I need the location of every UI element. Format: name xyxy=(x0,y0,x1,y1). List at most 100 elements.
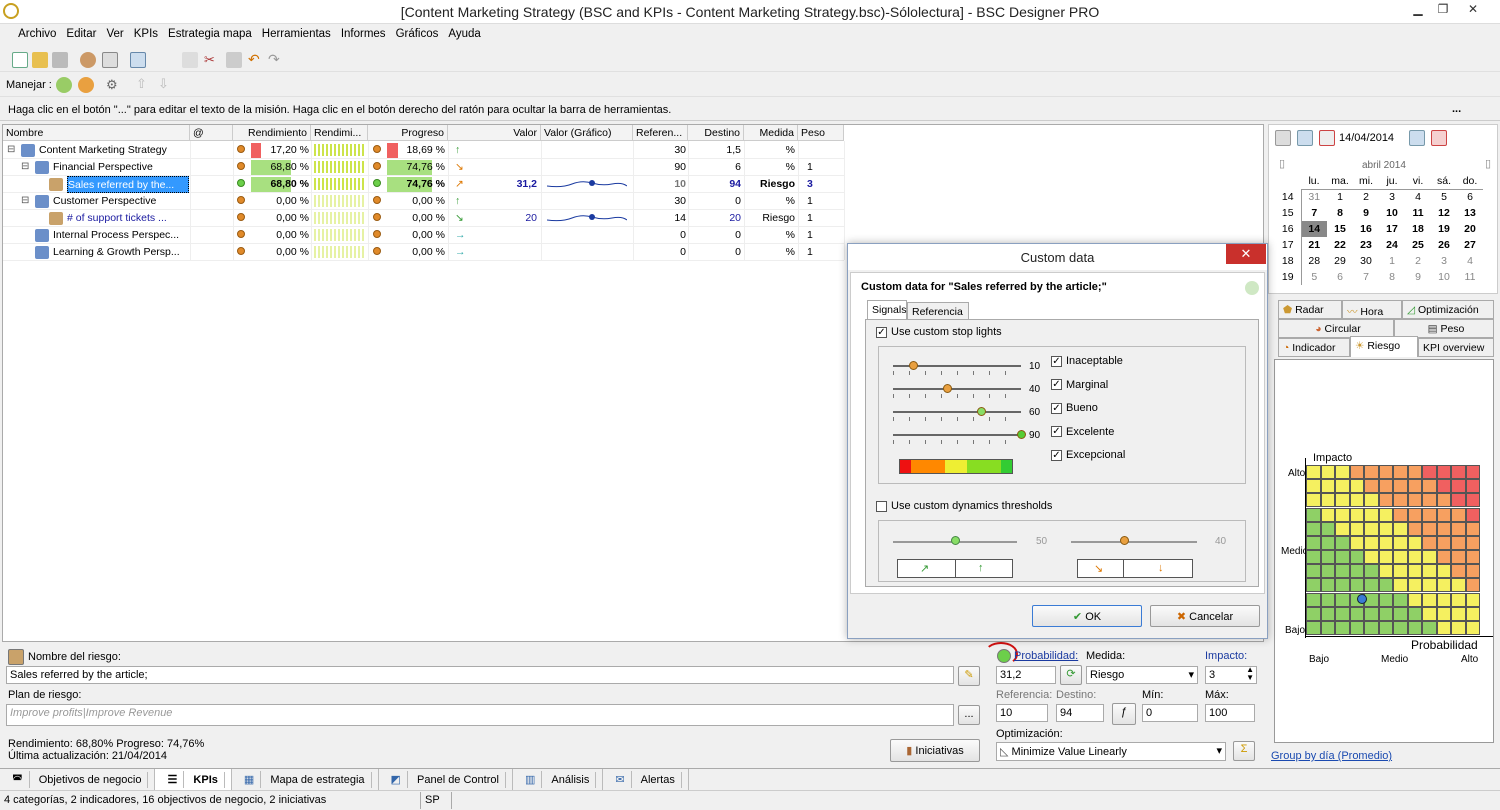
move-up-icon[interactable]: ⇧ xyxy=(136,76,152,92)
dyn-slider-2-knob[interactable] xyxy=(1120,536,1129,545)
forward-icon[interactable] xyxy=(1409,130,1425,146)
tab-radar[interactable]: ⬟ Radar xyxy=(1278,300,1342,319)
calendar-day[interactable]: 17 xyxy=(1379,221,1405,237)
cancel-button[interactable]: ✖ Cancelar xyxy=(1150,605,1260,627)
col-referencia[interactable]: Referen... xyxy=(633,125,688,141)
group-by-link[interactable]: Group by día (Promedio) xyxy=(1271,750,1392,762)
tab-optimizacion[interactable]: ◿ Optimización xyxy=(1402,300,1494,319)
tab-kpis[interactable]: ☰ KPIs xyxy=(155,769,232,790)
tab-signals[interactable]: Signals xyxy=(867,300,907,320)
copy-icon[interactable] xyxy=(182,52,198,68)
add-indicator-icon[interactable] xyxy=(56,77,72,93)
risk-point[interactable] xyxy=(1357,594,1367,604)
use-stop-lights-checkbox[interactable]: ✓ Use custom stop lights xyxy=(876,326,1002,338)
tab-objetivos[interactable]: ◚ Objetivos de negocio xyxy=(0,769,156,790)
calendar-day[interactable]: 6 xyxy=(1327,269,1353,285)
col-rendimiento[interactable]: Rendimiento xyxy=(233,125,311,141)
threshold-slider[interactable] xyxy=(893,434,1021,436)
expand-toggle-icon[interactable]: ⊟ xyxy=(7,142,21,159)
edit-mission-button[interactable]: ... xyxy=(1452,103,1461,115)
tab-indicador[interactable]: ◔ Indicador xyxy=(1278,338,1350,357)
calendar-day[interactable]: 27 xyxy=(1457,237,1483,253)
slider-knob[interactable] xyxy=(1017,430,1026,439)
ok-button[interactable]: ✔ OK xyxy=(1032,605,1142,627)
calendar-day[interactable]: 5 xyxy=(1431,189,1457,205)
menu-estrategia-mapa[interactable]: Estrategia mapa xyxy=(163,25,257,40)
calendar-day[interactable]: 6 xyxy=(1457,189,1483,205)
cut-icon[interactable]: ✂ xyxy=(204,52,220,68)
calendar-day[interactable]: 31 xyxy=(1301,189,1327,205)
minimize-button[interactable]: ▁ xyxy=(1405,2,1431,20)
kpi-name[interactable]: Customer Perspective xyxy=(53,193,189,210)
calendar-day[interactable]: 10 xyxy=(1431,269,1457,285)
calendar-day[interactable]: 29 xyxy=(1327,253,1353,269)
calendar-day[interactable]: 8 xyxy=(1379,269,1405,285)
calendar-day[interactable]: 15 xyxy=(1327,221,1353,237)
formula-icon[interactable]: ƒ xyxy=(1112,703,1136,725)
calendar-icon[interactable] xyxy=(1275,130,1291,146)
initiatives-button[interactable]: ▮ Iniciativas xyxy=(890,739,980,762)
calendar-day[interactable]: 7 xyxy=(1301,205,1327,221)
menu-archivo[interactable]: Archivo xyxy=(13,25,61,40)
open-folder-icon[interactable] xyxy=(32,52,48,68)
back-icon[interactable] xyxy=(1297,130,1313,146)
tab-panel[interactable]: ◩ Panel de Control xyxy=(379,769,513,790)
wizard-icon[interactable]: ✎ xyxy=(958,666,980,686)
calendar-day[interactable]: 11 xyxy=(1405,205,1431,221)
calendar-day[interactable]: 1 xyxy=(1327,189,1353,205)
clear-date-icon[interactable] xyxy=(1431,130,1447,146)
level-checkbox[interactable]: ✓ Marginal xyxy=(1051,379,1108,391)
col-at[interactable]: @ xyxy=(190,125,233,141)
col-valor-grafico[interactable]: Valor (Gráfico) xyxy=(541,125,633,141)
impacto-stepper[interactable]: 3 ▲ ▼ xyxy=(1205,666,1257,684)
calendar-day[interactable]: 14 xyxy=(1301,221,1327,237)
min-input[interactable]: 0 xyxy=(1142,704,1198,722)
calendar-day[interactable]: 10 xyxy=(1379,205,1405,221)
calendar-day[interactable]: 4 xyxy=(1405,189,1431,205)
use-dynamics-checkbox[interactable]: Use custom dynamics thresholds xyxy=(876,500,1052,512)
kpi-name[interactable]: Internal Process Perspec... xyxy=(53,227,189,244)
calendar-day[interactable]: 2 xyxy=(1353,189,1379,205)
expand-toggle-icon[interactable] xyxy=(21,227,35,244)
sum-icon[interactable]: Σ xyxy=(1233,741,1255,761)
settings-icon[interactable] xyxy=(80,52,96,68)
tab-riesgo[interactable]: ☀ Riesgo xyxy=(1350,336,1418,357)
plan-edit-button[interactable]: ... xyxy=(958,705,980,725)
tab-hora[interactable]: 〰 Hora xyxy=(1342,300,1402,319)
properties-icon[interactable] xyxy=(102,52,118,68)
slider-knob[interactable] xyxy=(909,361,918,370)
level-checkbox[interactable]: ✓ Inaceptable xyxy=(1051,355,1123,367)
calendar-day[interactable]: 30 xyxy=(1353,253,1379,269)
selected-date[interactable]: 14/04/2014 xyxy=(1339,132,1394,144)
tab-mapa[interactable]: ▦ Mapa de estrategia xyxy=(232,769,379,790)
save-icon[interactable] xyxy=(52,52,68,68)
close-button[interactable]: ✕ xyxy=(1460,2,1486,20)
tab-analisis[interactable]: ▥ Análisis xyxy=(513,769,604,790)
expand-toggle-icon[interactable]: ⊟ xyxy=(21,193,35,210)
next-month-icon[interactable]: ▯ xyxy=(1485,157,1491,170)
threshold-slider[interactable] xyxy=(893,411,1021,413)
col-destino[interactable]: Destino xyxy=(688,125,744,141)
calendar-day[interactable]: 4 xyxy=(1457,253,1483,269)
plan-input[interactable]: Improve profits|Improve Revenue xyxy=(6,704,954,726)
chart-icon[interactable] xyxy=(130,52,146,68)
probability-label[interactable]: Probabilidad: xyxy=(1014,650,1078,662)
calendar-day[interactable]: 3 xyxy=(1431,253,1457,269)
col-peso[interactable]: Peso xyxy=(798,125,844,141)
expand-toggle-icon[interactable] xyxy=(35,210,49,227)
calendar-day[interactable]: 23 xyxy=(1353,237,1379,253)
calendar-day[interactable]: 9 xyxy=(1353,205,1379,221)
calendar-day[interactable]: 20 xyxy=(1457,221,1483,237)
calendar-day[interactable]: 26 xyxy=(1431,237,1457,253)
calendar-day[interactable]: 25 xyxy=(1405,237,1431,253)
redo-icon[interactable]: ↷ xyxy=(268,51,284,67)
add-icon[interactable] xyxy=(1245,281,1259,295)
calendar-day[interactable]: 22 xyxy=(1327,237,1353,253)
slider-knob[interactable] xyxy=(943,384,952,393)
kpi-name[interactable]: Financial Perspective xyxy=(53,159,189,176)
calendar-day[interactable]: 5 xyxy=(1301,269,1327,285)
max-input[interactable]: 100 xyxy=(1205,704,1255,722)
col-valor[interactable]: Valor xyxy=(448,125,541,141)
risk-name-input[interactable]: Sales referred by the article; xyxy=(6,666,954,684)
calendar-day[interactable]: 12 xyxy=(1431,205,1457,221)
